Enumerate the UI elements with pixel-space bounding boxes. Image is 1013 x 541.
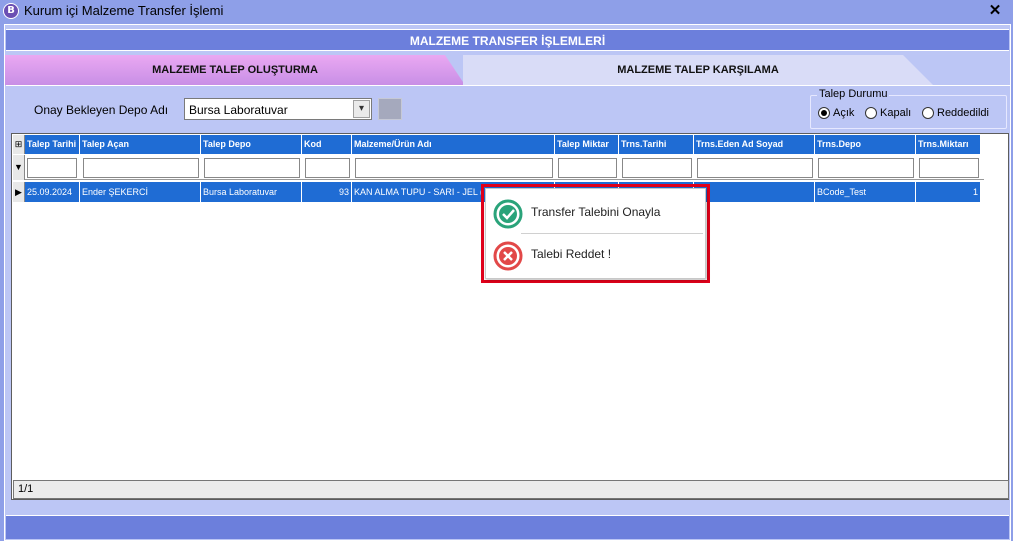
status-group: Talep Durumu Açık Kapalı Reddedildi [810, 88, 1007, 129]
radio-acik[interactable]: Açık [818, 107, 854, 121]
filter-input-trns-depo[interactable] [818, 158, 914, 178]
tab-panel: Onay Bekleyen Depo Adı Bursa Laboratuvar… [6, 85, 1010, 510]
x-circle-icon [493, 241, 523, 271]
radio-dot[interactable] [922, 107, 934, 120]
depo-label: Onay Bekleyen Depo Adı [34, 103, 169, 117]
table-cell[interactable]: 25.09.2024 [25, 182, 80, 202]
col-header-malzeme[interactable]: Malzeme/Ürün Adı [352, 135, 555, 154]
bottom-band [6, 515, 1009, 539]
depo-select-value: Bursa Laboratuvar [189, 103, 288, 117]
filter-input-talep-tarihi[interactable] [27, 158, 77, 178]
tab-malzeme-talep-olusturma[interactable]: MALZEME TALEP OLUŞTURMA [5, 55, 465, 85]
col-header-kod[interactable]: Kod [302, 135, 352, 154]
table-cell[interactable]: Ender ŞEKERCİ [80, 182, 201, 202]
column-chooser-icon[interactable]: ⊞ [13, 135, 25, 154]
filter-input-talep-depo[interactable] [204, 158, 300, 178]
col-header-talep-acan[interactable]: Talep Açan [80, 135, 201, 154]
window-titlebar: B Kurum içi Malzeme Transfer İşlemi ✕ [0, 0, 1013, 22]
col-header-talep-tarihi[interactable]: Talep Tarihi [25, 135, 80, 154]
menu-separator [521, 233, 703, 234]
col-header-trns-depo[interactable]: Trns.Depo [815, 135, 916, 154]
table-cell[interactable] [694, 182, 815, 202]
radio-label: Açık [833, 107, 855, 119]
filter-input-trns-miktari[interactable] [919, 158, 979, 178]
col-header-talep-miktar[interactable]: Talep Miktar [555, 135, 619, 154]
filter-input-malzeme[interactable] [355, 158, 553, 178]
filter-input-trns-eden[interactable] [697, 158, 813, 178]
table-cell[interactable]: 93 [302, 182, 352, 202]
filter-input-trns-tarihi[interactable] [622, 158, 692, 178]
tab-malzeme-talep-karsilama[interactable]: MALZEME TALEP KARŞILAMA [463, 55, 933, 85]
table-cell[interactable]: 1 [916, 182, 981, 202]
table-cell[interactable]: BCode_Test [815, 182, 916, 202]
col-header-trns-miktari[interactable]: Trns.Miktarı [916, 135, 981, 154]
chevron-down-icon[interactable]: ▾ [353, 100, 370, 118]
status-legend: Talep Durumu [817, 88, 890, 100]
menu-item-label: Talebi Reddet ! [531, 247, 612, 261]
context-menu: Transfer Talebini Onayla Talebi Reddet ! [485, 188, 706, 279]
radio-reddedildi[interactable]: Reddedildi [922, 107, 989, 121]
depo-select[interactable]: Bursa Laboratuvar ▾ [184, 98, 372, 120]
filter-icon[interactable]: ▼ [13, 155, 25, 180]
radio-dot[interactable] [865, 107, 877, 120]
radio-dot[interactable] [818, 107, 830, 120]
filter-row: ▼ [13, 155, 984, 180]
radio-label: Kapalı [880, 107, 912, 119]
row-indicator-icon[interactable]: ▶ [13, 182, 25, 202]
radio-kapali[interactable]: Kapalı [865, 107, 911, 121]
page-title: MALZEME TRANSFER İŞLEMLERİ [6, 29, 1009, 51]
app-icon: B [3, 3, 19, 19]
radio-label: Reddedildi [937, 107, 989, 119]
close-button[interactable]: ✕ [985, 1, 1005, 21]
check-circle-icon [493, 199, 523, 229]
col-header-trns-eden[interactable]: Trns.Eden Ad Soyad [694, 135, 815, 154]
filter-input-talep-miktar[interactable] [558, 158, 617, 178]
table-cell[interactable]: Bursa Laboratuvar [201, 182, 302, 202]
window-title: Kurum içi Malzeme Transfer İşlemi [24, 3, 224, 18]
col-header-trns-tarihi[interactable]: Trns.Tarihi [619, 135, 694, 154]
depo-action-button[interactable] [378, 98, 402, 120]
grid-record-count: 1/1 [13, 480, 1009, 499]
menu-item-label: Transfer Talebini Onayla [531, 205, 661, 219]
col-header-talep-depo[interactable]: Talep Depo [201, 135, 302, 154]
menu-item-approve-transfer[interactable]: Transfer Talebini Onayla [486, 193, 705, 233]
menu-item-reject-request[interactable]: Talebi Reddet ! [486, 235, 705, 275]
filter-input-kod[interactable] [305, 158, 350, 178]
filter-input-talep-acan[interactable] [83, 158, 199, 178]
